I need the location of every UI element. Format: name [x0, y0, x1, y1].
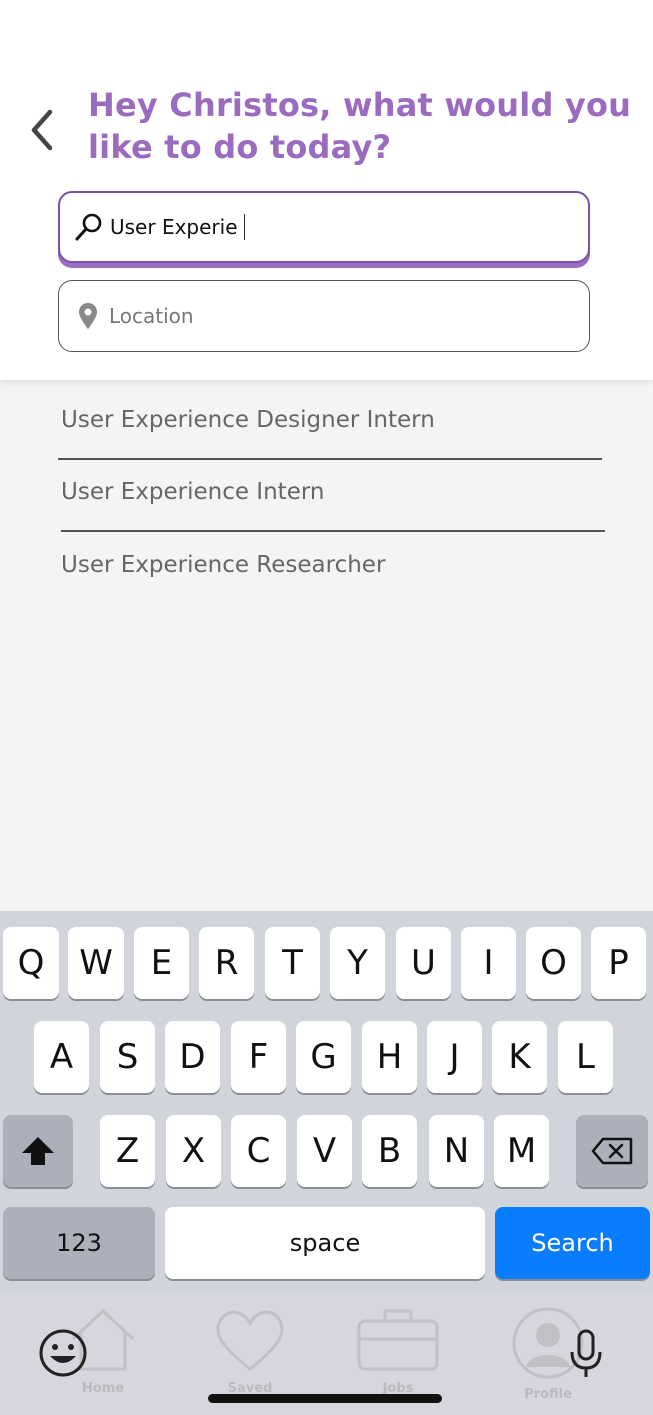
key-f[interactable]: F — [231, 1021, 286, 1093]
back-button[interactable] — [22, 104, 62, 156]
suggestion-item[interactable]: User Experience Designer Intern — [61, 407, 435, 433]
key-z[interactable]: Z — [100, 1115, 155, 1187]
location-pin-icon — [73, 301, 103, 331]
search-key[interactable]: Search — [495, 1207, 650, 1279]
key-w[interactable]: W — [68, 927, 124, 999]
tab-jobs[interactable]: Jobs — [338, 1305, 458, 1396]
key-o[interactable]: O — [526, 927, 581, 999]
backspace-key[interactable] — [576, 1115, 648, 1187]
emoji-button[interactable] — [38, 1328, 88, 1382]
search-header: Hey Christos, what would you like to do … — [0, 0, 653, 380]
search-input[interactable]: User Experie — [58, 191, 590, 263]
tab-profile-label: Profile — [524, 1387, 572, 1402]
key-m[interactable]: M — [494, 1115, 549, 1187]
key-u[interactable]: U — [396, 927, 451, 999]
key-a[interactable]: A — [34, 1021, 89, 1093]
suggestion-item[interactable]: User Experience Intern — [61, 479, 324, 505]
search-icon — [74, 212, 104, 242]
emoji-icon — [39, 1329, 87, 1377]
key-v[interactable]: V — [297, 1115, 352, 1187]
divider — [58, 458, 602, 460]
shift-key[interactable] — [3, 1115, 73, 1187]
key-q[interactable]: Q — [3, 927, 59, 999]
key-i[interactable]: I — [461, 927, 516, 999]
page-title: Hey Christos, what would you like to do … — [88, 86, 632, 166]
key-k[interactable]: K — [492, 1021, 547, 1093]
key-l[interactable]: L — [558, 1021, 613, 1093]
key-r[interactable]: R — [199, 927, 254, 999]
key-e[interactable]: E — [134, 927, 189, 999]
key-t[interactable]: T — [265, 927, 320, 999]
key-g[interactable]: G — [296, 1021, 351, 1093]
chevron-left-icon — [31, 109, 53, 151]
key-d[interactable]: D — [165, 1021, 220, 1093]
heart-icon — [216, 1310, 284, 1371]
backspace-icon — [591, 1137, 633, 1165]
numbers-key[interactable]: 123 — [3, 1207, 155, 1279]
search-input-value: User Experie — [110, 215, 238, 239]
key-b[interactable]: B — [362, 1115, 417, 1187]
tab-saved[interactable]: Saved — [190, 1305, 310, 1396]
divider — [61, 530, 605, 532]
briefcase-icon — [357, 1309, 439, 1371]
shift-arrow-icon — [22, 1137, 54, 1165]
on-screen-keyboard: Q W E R T Y U I O P A S D F G H J K L Z … — [0, 911, 653, 1291]
tab-home-label: Home — [81, 1381, 125, 1396]
text-caret — [243, 214, 245, 240]
key-h[interactable]: H — [362, 1021, 417, 1093]
key-j[interactable]: J — [427, 1021, 482, 1093]
suggestion-item[interactable]: User Experience Researcher — [61, 552, 385, 578]
home-indicator — [208, 1394, 442, 1403]
key-x[interactable]: X — [166, 1115, 221, 1187]
key-p[interactable]: P — [591, 927, 646, 999]
microphone-icon — [570, 1329, 602, 1377]
key-y[interactable]: Y — [330, 927, 385, 999]
location-input[interactable]: Location — [58, 280, 590, 352]
dictation-button[interactable] — [568, 1328, 604, 1384]
space-key[interactable]: space — [165, 1207, 485, 1279]
location-placeholder: Location — [109, 304, 194, 328]
key-n[interactable]: N — [429, 1115, 484, 1187]
key-s[interactable]: S — [100, 1021, 155, 1093]
key-c[interactable]: C — [231, 1115, 286, 1187]
